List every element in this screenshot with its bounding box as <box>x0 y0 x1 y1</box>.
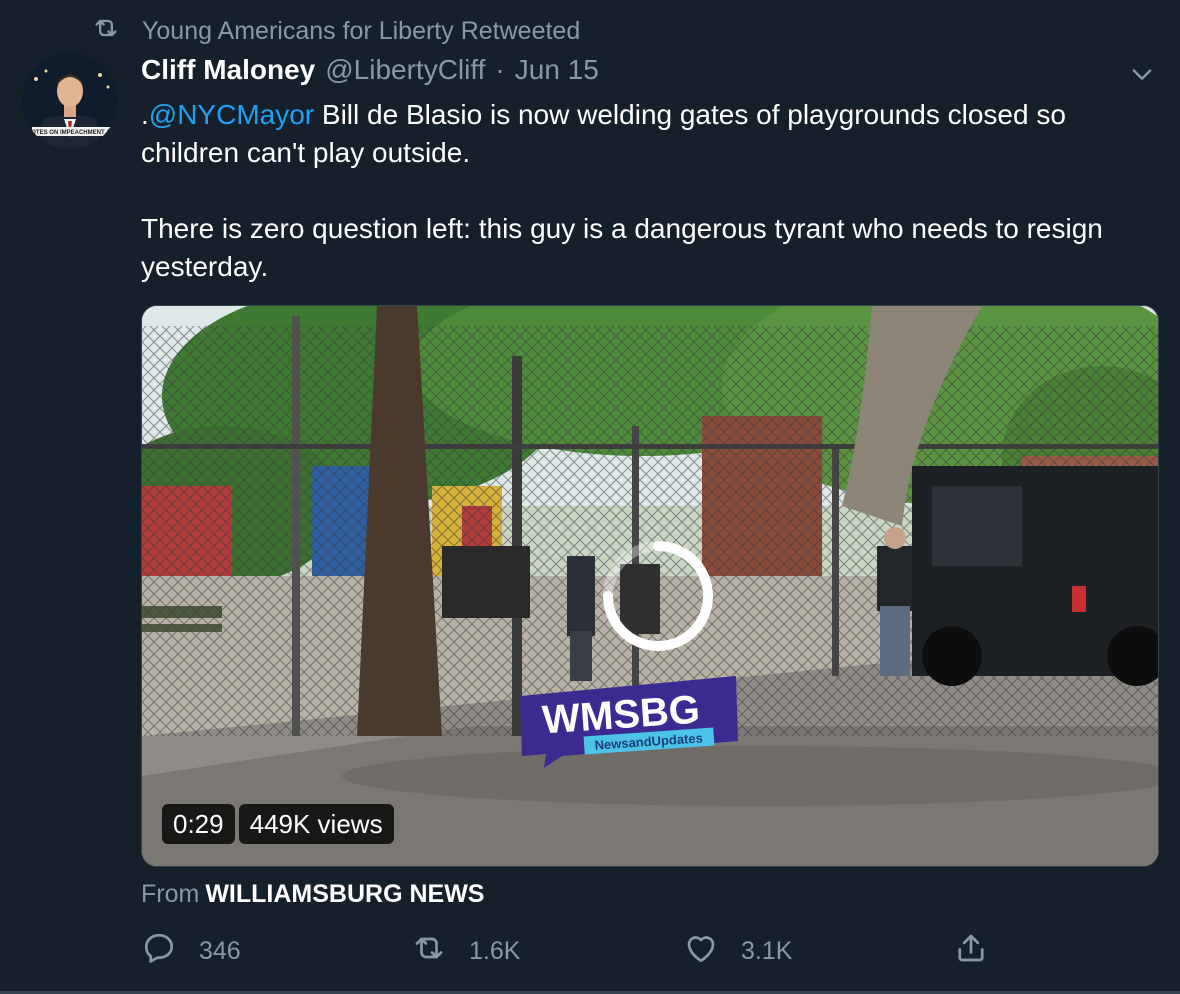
display-name[interactable]: Cliff Maloney <box>141 54 315 86</box>
mention-link[interactable]: @NYCMayor <box>149 99 314 130</box>
header-separator: · <box>495 54 505 85</box>
source-prefix: From <box>141 880 200 908</box>
video-overlay: 0:29 449K views <box>162 804 394 844</box>
tweet-header: Cliff Maloney @LibertyCliff · Jun 15 <box>141 54 599 86</box>
avatar-caption: VOTES ON IMPEACHMENT AR <box>27 130 115 136</box>
video-thumbnail: WMSBG NewsandUpdates <box>142 306 1158 866</box>
like-icon <box>683 930 719 973</box>
reply-count: 346 <box>199 937 241 965</box>
like-button[interactable]: 3.1K <box>683 930 792 973</box>
retweet-icon <box>411 930 447 973</box>
tweet-actions: 346 1.6K 3.1K <box>141 930 1001 978</box>
tweet-date[interactable]: Jun 15 <box>515 54 599 86</box>
like-count: 3.1K <box>741 937 793 965</box>
video-duration: 0:29 <box>162 804 235 844</box>
retweet-count: 1.6K <box>469 937 521 965</box>
tweet-paragraph-2: There is zero question left: this guy is… <box>141 213 1103 282</box>
retweet-button[interactable]: 1.6K <box>411 930 520 973</box>
tweet-paragraph-1: .@NYCMayor Bill de Blasio is now welding… <box>141 96 1161 172</box>
share-icon <box>953 930 989 973</box>
source-name[interactable]: WILLIAMSBURG NEWS <box>205 880 484 908</box>
retweet-banner-text: Young Americans for Liberty Retweeted <box>142 17 581 45</box>
tweet-text-prefix: . <box>141 99 149 130</box>
video-source: From WILLIAMSBURG NEWS <box>141 880 484 909</box>
retweet-icon <box>92 14 120 49</box>
user-handle[interactable]: @LibertyCliff <box>325 54 485 86</box>
video-views: 449K views <box>238 804 394 844</box>
chevron-down-icon[interactable] <box>1128 60 1156 88</box>
reply-icon <box>141 930 177 973</box>
tweet-text: .@NYCMayor Bill de Blasio is now welding… <box>141 96 1161 324</box>
retweet-banner[interactable]: Young Americans for Liberty Retweeted <box>92 14 580 49</box>
reply-button[interactable]: 346 <box>141 930 241 973</box>
video-player[interactable]: WMSBG NewsandUpdates 0:29 449K views <box>141 305 1159 867</box>
avatar[interactable]: VOTES ON IMPEACHMENT AR <box>22 53 118 149</box>
share-button[interactable] <box>953 930 989 973</box>
